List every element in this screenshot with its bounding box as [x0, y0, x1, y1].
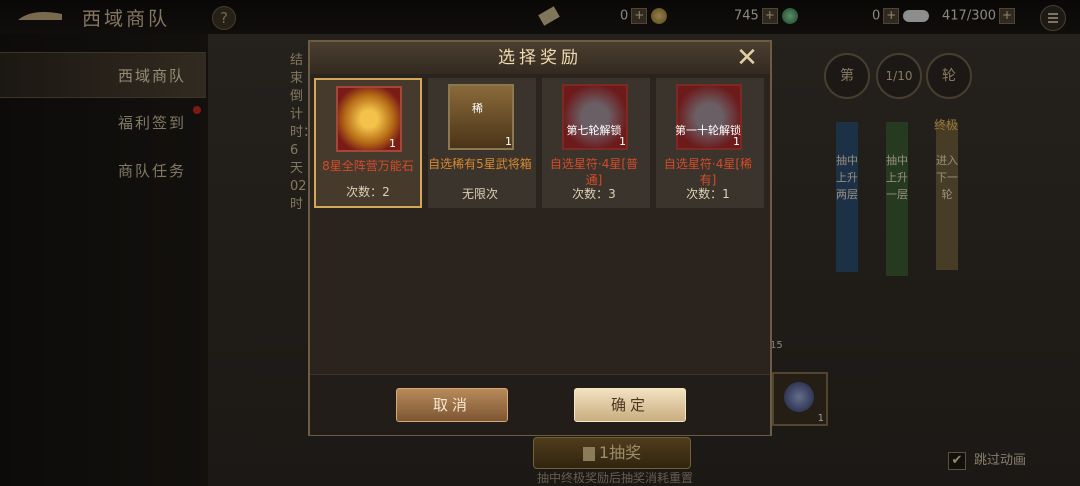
reward-card-4[interactable]: 第一十轮解锁 1 自选星符·4星[稀有] 次数：1 [656, 78, 764, 208]
reward-card-1[interactable]: 1 8星全阵营万能石 次数：2 [314, 78, 422, 208]
reward-select-dialog: 选择奖励 ✕ 1 8星全阵营万能石 次数：2 稀 1 自选稀有5星武将箱 无限次… [308, 40, 772, 436]
unlock-text: 第七轮解锁 [566, 124, 622, 137]
cancel-button[interactable]: 取消 [396, 388, 508, 422]
reward-name: 8星全阵营万能石 [322, 159, 414, 173]
reward-uses: 无限次 [461, 187, 498, 201]
rare-tag: 稀 [472, 102, 483, 115]
reward-uses: 次数：2 [346, 185, 390, 199]
reward-name: 自选星符·4星[稀有] [663, 157, 753, 187]
close-icon[interactable]: ✕ [734, 45, 760, 71]
reward-card-3[interactable]: 第七轮解锁 1 自选星符·4星[普通] 次数：3 [542, 78, 650, 208]
dialog-footer: 取消 确定 [310, 374, 770, 435]
reward-name: 自选稀有5星武将箱 [428, 157, 532, 171]
dialog-title: 选择奖励 [498, 48, 582, 68]
confirm-button[interactable]: 确定 [574, 388, 686, 422]
unlock-text: 第一十轮解锁 [675, 124, 741, 137]
dialog-header: 选择奖励 ✕ [310, 42, 770, 75]
reward-uses: 次数：1 [686, 187, 730, 201]
reward-card-2[interactable]: 稀 1 自选稀有5星武将箱 无限次 [428, 78, 536, 208]
reward-name: 自选星符·4星[普通] [549, 157, 639, 187]
reward-list: 1 8星全阵营万能石 次数：2 稀 1 自选稀有5星武将箱 无限次 第七轮解锁 … [310, 74, 770, 374]
reward-uses: 次数：3 [572, 187, 616, 201]
